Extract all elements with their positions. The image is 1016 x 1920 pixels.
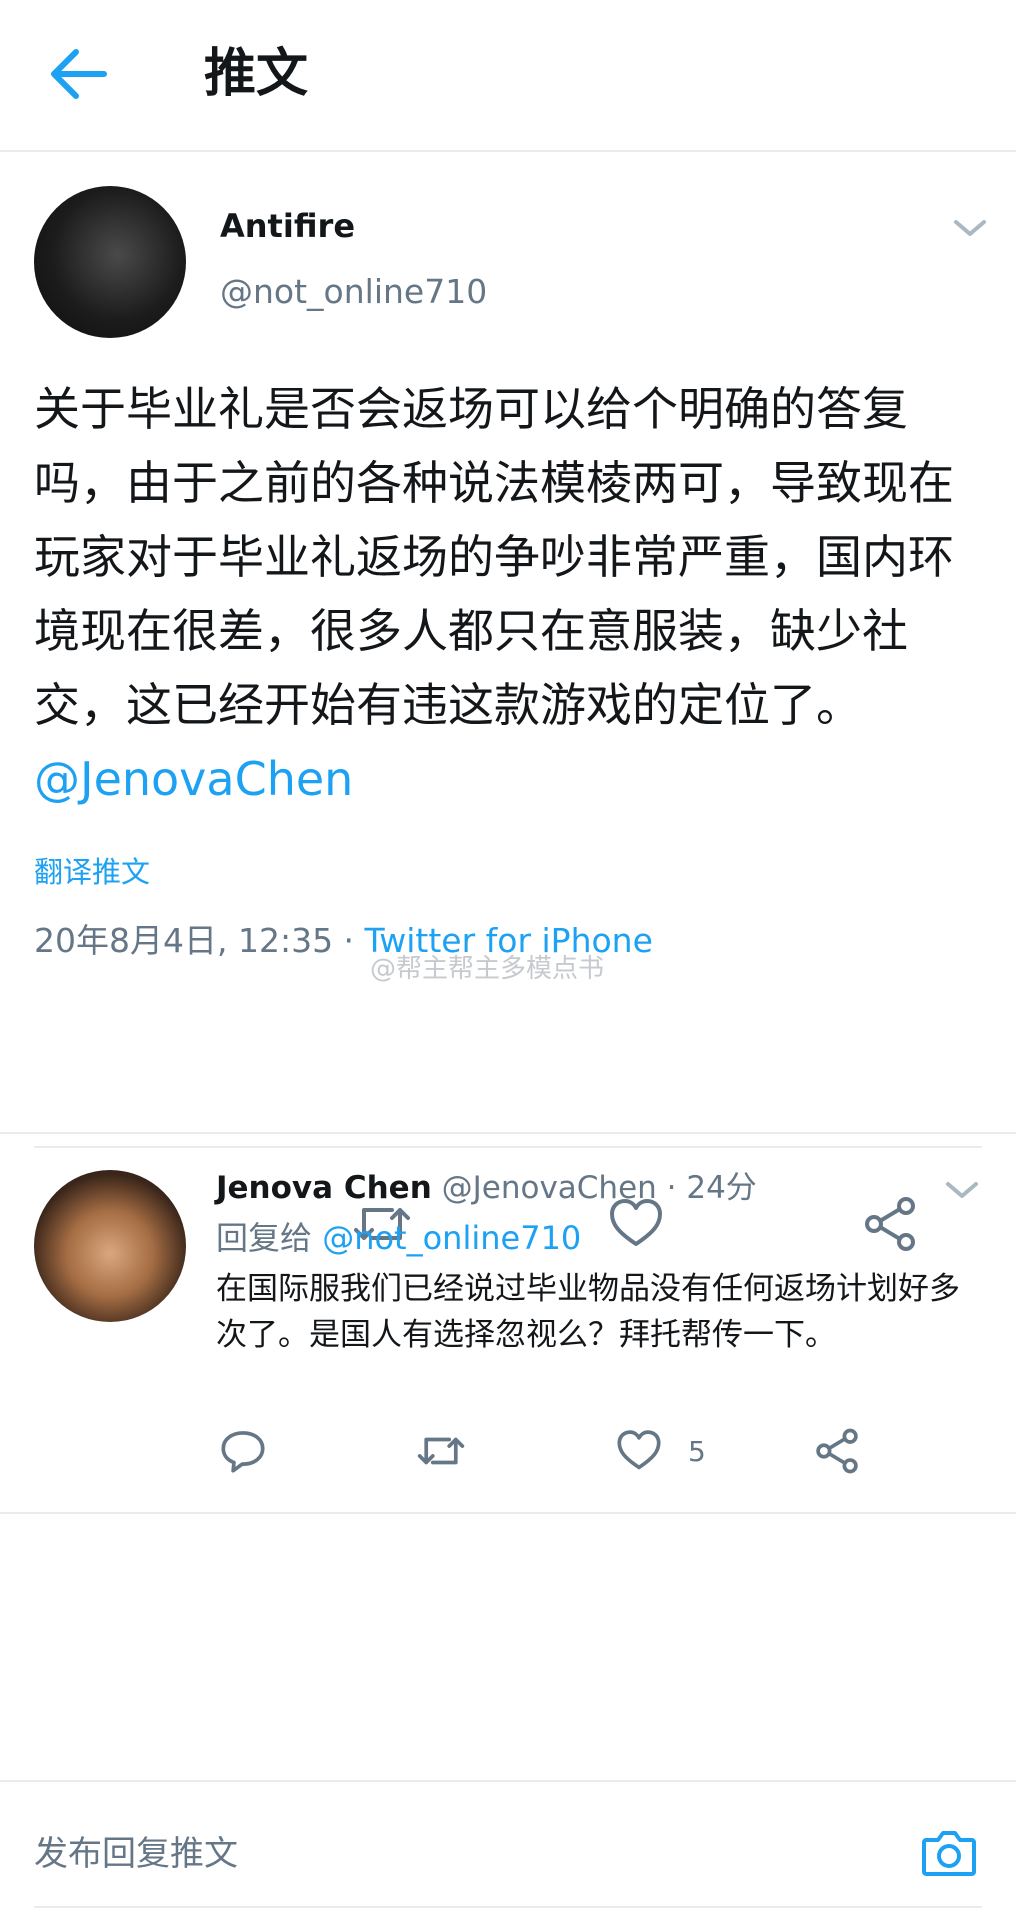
translate-link[interactable]: 翻译推文 (34, 852, 150, 892)
tweet-body: 关于毕业礼是否会返场可以给个明确的答复吗，由于之前的各种说法模棱两可，导致现在玩… (34, 382, 954, 732)
watermark: @帮主帮主多模点书 (370, 954, 605, 984)
retweet-button[interactable] (416, 1428, 465, 1474)
reply-button[interactable] (220, 1428, 266, 1474)
like-icon (617, 1430, 661, 1470)
back-arrow-icon (51, 49, 107, 99)
share-icon (816, 1428, 858, 1474)
reply-tweet[interactable]: Jenova Chen @JenovaChen · 24分 回复给 @not_o… (0, 1136, 1016, 1514)
page-title: 推文 (204, 44, 309, 104)
back-button[interactable] (50, 48, 110, 100)
camera-icon (922, 1831, 976, 1876)
compose-bar: 发布回复推文 (0, 1780, 1016, 1920)
reply-input[interactable]: 发布回复推文 (34, 1832, 238, 1876)
reply-to-handle[interactable]: @not_online710 (322, 1219, 581, 1257)
reply-text: 在国际服我们已经说过毕业物品没有任何返场计划好多次了。是国人有选择忽视么？拜托帮… (216, 1271, 960, 1353)
reply-author-handle: @JenovaChen · 24分 (431, 1170, 757, 1206)
tweet-menu-button[interactable] (950, 214, 990, 242)
reply-to-label: 回复给 (216, 1219, 323, 1257)
timestamp: 20年8月4日, 12:35 · (34, 921, 365, 960)
retweet-icon (417, 1437, 465, 1465)
avatar[interactable] (34, 1170, 186, 1322)
chevron-down-icon (946, 1182, 978, 1198)
camera-button[interactable] (920, 1824, 978, 1882)
divider (34, 1906, 982, 1908)
like-button[interactable] (616, 1428, 662, 1474)
reply-author-name[interactable]: Jenova Chen (216, 1170, 432, 1206)
tweet-menu-button[interactable] (942, 1176, 982, 1204)
like-count: 5 (688, 1435, 706, 1468)
main-tweet: Antifire @not_online710 关于毕业礼是否会返场可以给个明确… (0, 152, 1016, 1251)
reply-icon (221, 1431, 265, 1473)
chevron-down-icon (954, 220, 986, 236)
author-handle[interactable]: @not_online710 (220, 272, 487, 312)
reply-to: 回复给 @not_online710 (216, 1216, 581, 1260)
reply-header: Jenova Chen @JenovaChen · 24分 (216, 1166, 757, 1210)
tweet-text: 关于毕业礼是否会返场可以给个明确的答复吗，由于之前的各种说法模棱两可，导致现在玩… (34, 372, 994, 816)
share-button[interactable] (814, 1428, 860, 1474)
author-name[interactable]: Antifire (220, 206, 355, 246)
top-bar: 推文 (0, 0, 1016, 152)
avatar[interactable] (34, 186, 186, 338)
mention-link[interactable]: @JenovaChen (34, 752, 353, 806)
